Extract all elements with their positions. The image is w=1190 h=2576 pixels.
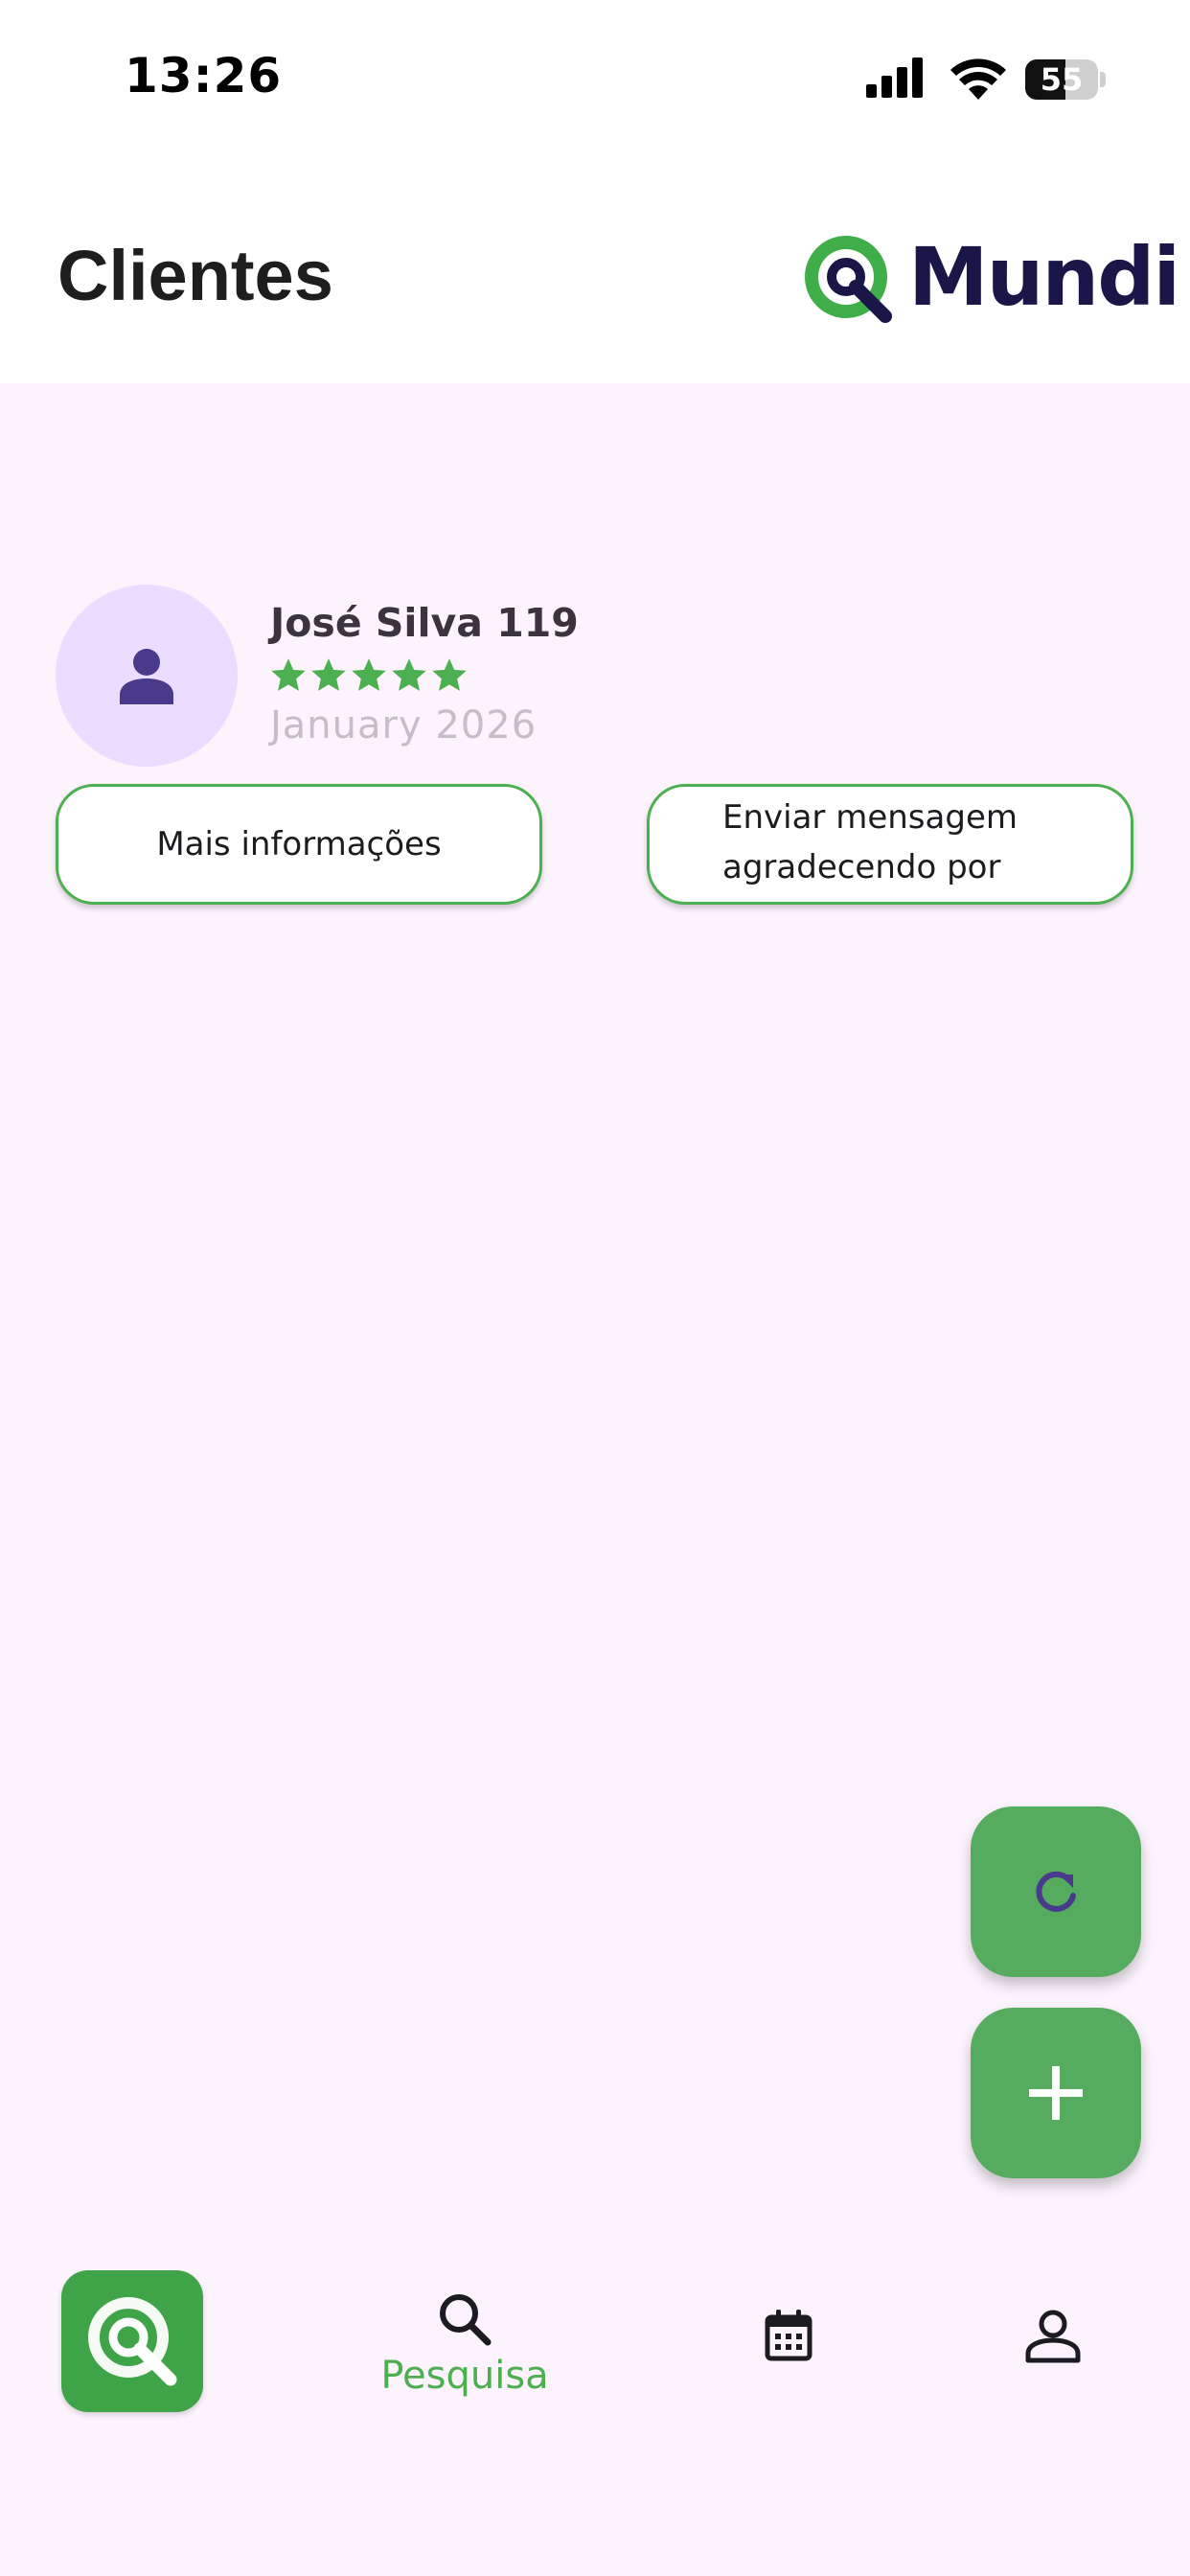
star-icon	[352, 658, 386, 691]
person-icon	[120, 649, 173, 704]
person-outline-icon	[1025, 2310, 1081, 2363]
more-info-button[interactable]: Mais informações	[56, 784, 542, 905]
star-icon	[392, 658, 426, 691]
client-rating	[270, 657, 468, 694]
refresh-icon	[1036, 1871, 1076, 1912]
plus-icon	[1029, 2066, 1083, 2120]
status-bar: 13:26 55	[0, 0, 1190, 163]
mundi-logo-icon	[88, 2297, 177, 2386]
search-icon	[440, 2294, 492, 2346]
nav-item-search-label: Pesquisa	[380, 2354, 549, 2398]
refresh-button[interactable]	[971, 1806, 1141, 1977]
wifi-icon	[950, 58, 1006, 100]
battery-level: 55	[1040, 61, 1084, 98]
nav-item-search[interactable]: Pesquisa	[364, 2290, 565, 2405]
client-date: January 2026	[270, 703, 538, 748]
star-icon	[432, 658, 467, 691]
client-name: José Silva 119	[270, 600, 579, 646]
nav-item-home[interactable]	[61, 2270, 203, 2412]
nav-item-calendar[interactable]	[765, 2310, 812, 2365]
status-icons: 55	[866, 58, 1106, 102]
star-icon	[271, 658, 306, 691]
cellular-signal-icon	[866, 58, 923, 98]
send-thanks-message-button[interactable]: Enviar mensagem agradecendo por	[647, 784, 1133, 905]
add-client-button[interactable]	[971, 2008, 1141, 2178]
logo-text: Mundi	[908, 230, 1180, 324]
page-title: Clientes	[57, 236, 333, 315]
nav-item-profile[interactable]	[1025, 2310, 1081, 2367]
bottom-navigation: Pesquisa	[0, 2233, 1190, 2425]
calendar-icon	[765, 2310, 812, 2361]
send-thanks-message-label: Enviar mensagem agradecendo por	[722, 798, 1018, 886]
client-avatar	[56, 585, 238, 767]
mundi-logo-icon	[805, 236, 892, 323]
star-icon	[311, 658, 346, 691]
battery-indicator: 55	[1025, 59, 1106, 100]
mundi-logo: Mundi	[801, 228, 1180, 334]
status-time: 13:26	[125, 48, 283, 104]
